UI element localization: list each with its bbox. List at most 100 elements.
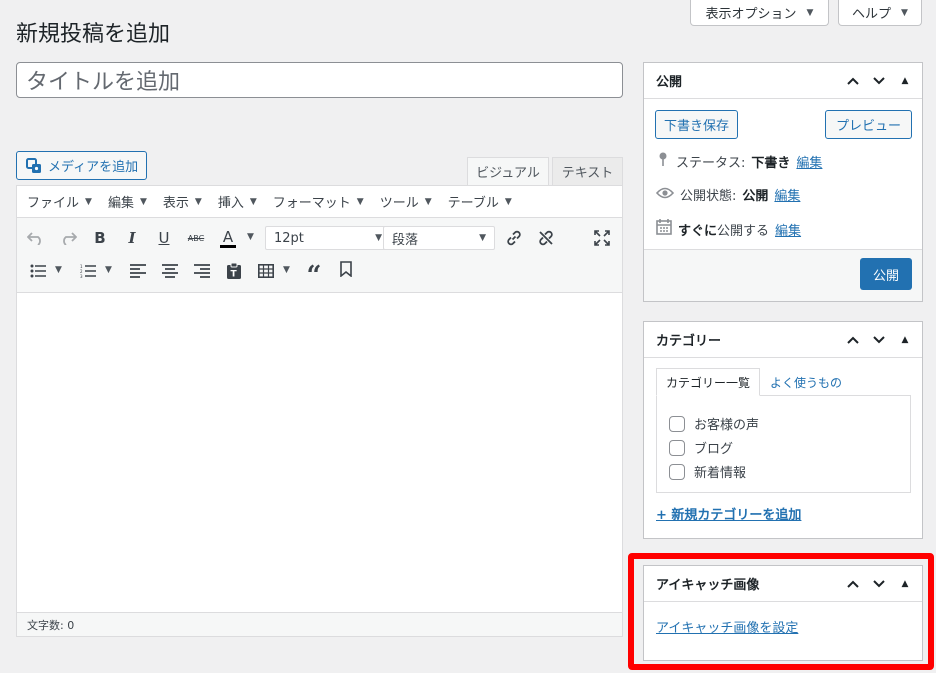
tab-popular-categories[interactable]: よく使うもの	[770, 368, 842, 396]
underline-icon[interactable]: U	[151, 225, 177, 251]
bookmark-icon[interactable]	[333, 256, 359, 282]
preview-button[interactable]: プレビュー	[825, 110, 912, 139]
visibility-row: 公開状態: 公開 編集	[655, 185, 800, 204]
display-options-button[interactable]: 表示オプション ▼	[690, 0, 829, 26]
status-value: 下書き	[751, 155, 791, 171]
help-label: ヘルプ	[852, 7, 892, 22]
paste-text-icon[interactable]: T	[221, 258, 247, 284]
editor-toolbar: B I U ABC A ▼ 12pt ▼ 段落 ▼ ▼ 1 2 3 ▼ T ▼ …	[17, 218, 622, 293]
caret-down-icon[interactable]: ▼	[55, 265, 62, 275]
redo-icon[interactable]	[55, 225, 81, 251]
caret-down-icon: ▼	[375, 233, 382, 243]
undo-icon[interactable]	[23, 225, 49, 251]
help-button[interactable]: ヘルプ ▼	[838, 0, 922, 26]
align-right-icon[interactable]	[189, 258, 215, 284]
highlight-frame	[628, 553, 934, 670]
tab-all-label: カテゴリー一覧	[665, 375, 750, 390]
publish-box: 公開 ▲ 下書き保存 プレビュー ステータス: 下書き 編集 公開状態: 公開 …	[643, 62, 923, 302]
publish-button-label: 公開	[872, 268, 899, 284]
collapse-toggle-icon[interactable]: ▲	[892, 68, 918, 94]
bullet-list-icon[interactable]	[25, 258, 51, 284]
font-size-value: 12pt	[274, 230, 304, 246]
post-status-row: ステータス: 下書き 編集	[656, 151, 822, 171]
pin-icon	[656, 151, 670, 171]
edit-visibility-link[interactable]: 編集	[774, 185, 800, 204]
menu-insert[interactable]: 挿入 ▼	[218, 192, 257, 211]
move-down-icon[interactable]	[866, 327, 892, 353]
category-list: お客様の声 ブログ 新着情報	[656, 395, 911, 493]
tab-all-categories[interactable]: カテゴリー一覧	[656, 368, 760, 396]
page-title: 新規投稿を追加	[16, 22, 171, 47]
caret-down-icon[interactable]: ▼	[105, 265, 112, 275]
schedule-label: 公開する	[717, 223, 770, 239]
collapse-toggle-icon[interactable]: ▲	[892, 327, 918, 353]
move-up-icon[interactable]	[840, 68, 866, 94]
align-center-icon[interactable]	[157, 258, 183, 284]
save-draft-label: 下書き保存	[663, 119, 729, 134]
format-value: 段落	[392, 232, 419, 248]
post-title-input[interactable]: タイトルを追加	[16, 62, 623, 98]
category-box-header: カテゴリー ▲	[644, 322, 922, 358]
numbered-list-icon[interactable]: 123	[75, 258, 101, 284]
underline-glyph: U	[158, 229, 170, 247]
table-icon[interactable]	[253, 258, 279, 284]
caret-down-icon: ▼	[356, 196, 364, 207]
tab-visual[interactable]: ビジュアル	[467, 157, 549, 186]
color-bar	[220, 244, 236, 248]
caret-down-icon: ▼	[479, 233, 486, 243]
schedule-value: すぐに	[678, 223, 718, 239]
tab-popular-label: よく使うもの	[770, 375, 843, 390]
blockquote-icon[interactable]: “	[301, 258, 327, 291]
edit-schedule-link[interactable]: 編集	[775, 220, 801, 239]
category-checkbox[interactable]	[669, 415, 685, 432]
link-icon[interactable]	[501, 225, 527, 251]
menu-tools-label: ツール	[379, 196, 419, 211]
category-box-title: カテゴリー	[656, 334, 722, 349]
format-select[interactable]: 段落 ▼	[383, 226, 495, 250]
bold-icon[interactable]: B	[87, 225, 113, 251]
move-up-icon[interactable]	[840, 327, 866, 353]
unlink-icon[interactable]	[533, 225, 559, 251]
menu-format[interactable]: フォーマット ▼	[273, 192, 364, 211]
menu-edit-label: 編集	[107, 196, 134, 211]
menu-file-label: ファイル	[27, 196, 80, 211]
caret-down-icon[interactable]: ▼	[283, 265, 290, 275]
svg-text:3: 3	[80, 274, 83, 278]
menu-insert-label: 挿入	[217, 196, 244, 211]
category-item[interactable]: ブログ	[669, 438, 733, 457]
save-draft-button[interactable]: 下書き保存	[655, 110, 738, 139]
menu-view[interactable]: 表示 ▼	[163, 192, 202, 211]
menu-edit[interactable]: 編集 ▼	[108, 192, 147, 211]
caret-down-icon: ▼	[139, 196, 147, 207]
post-title-placeholder: タイトルを追加	[26, 70, 181, 95]
tab-visual-label: ビジュアル	[476, 166, 540, 181]
calendar-icon	[656, 219, 672, 239]
category-item[interactable]: 新着情報	[669, 462, 746, 481]
menu-tools[interactable]: ツール ▼	[380, 192, 432, 211]
category-item[interactable]: お客様の声	[669, 414, 759, 433]
visibility-label: 公開状態:	[680, 189, 737, 204]
editor-menubar: ファイル ▼ 編集 ▼ 表示 ▼ 挿入 ▼ フォーマット ▼ ツール ▼ テーブル ▼	[17, 186, 622, 218]
editor-statusbar: 文字数: 0	[17, 612, 622, 636]
publish-button[interactable]: 公開	[860, 258, 912, 290]
strikethrough-icon[interactable]: ABC	[183, 225, 209, 251]
menu-file[interactable]: ファイル ▼	[27, 192, 92, 211]
schedule-row: すぐに公開する 編集	[656, 219, 801, 239]
italic-icon[interactable]: I	[119, 225, 145, 251]
tab-text[interactable]: テキスト	[552, 157, 623, 186]
text-color-icon[interactable]: A	[215, 225, 241, 251]
category-checkbox[interactable]	[669, 463, 685, 480]
media-icon	[26, 157, 42, 174]
editor-body[interactable]	[17, 293, 622, 614]
add-media-button[interactable]: メディアを追加	[16, 151, 147, 180]
category-checkbox[interactable]	[669, 439, 685, 456]
preview-label: プレビュー	[835, 119, 901, 134]
add-new-category-link[interactable]: + 新規カテゴリーを追加	[656, 504, 801, 523]
font-size-select[interactable]: 12pt ▼	[265, 226, 391, 250]
fullscreen-icon[interactable]	[589, 225, 615, 251]
menu-table[interactable]: テーブル ▼	[448, 192, 512, 211]
move-down-icon[interactable]	[866, 68, 892, 94]
edit-status-link[interactable]: 編集	[796, 152, 822, 171]
caret-down-icon[interactable]: ▼	[247, 232, 254, 242]
align-left-icon[interactable]	[125, 258, 151, 284]
